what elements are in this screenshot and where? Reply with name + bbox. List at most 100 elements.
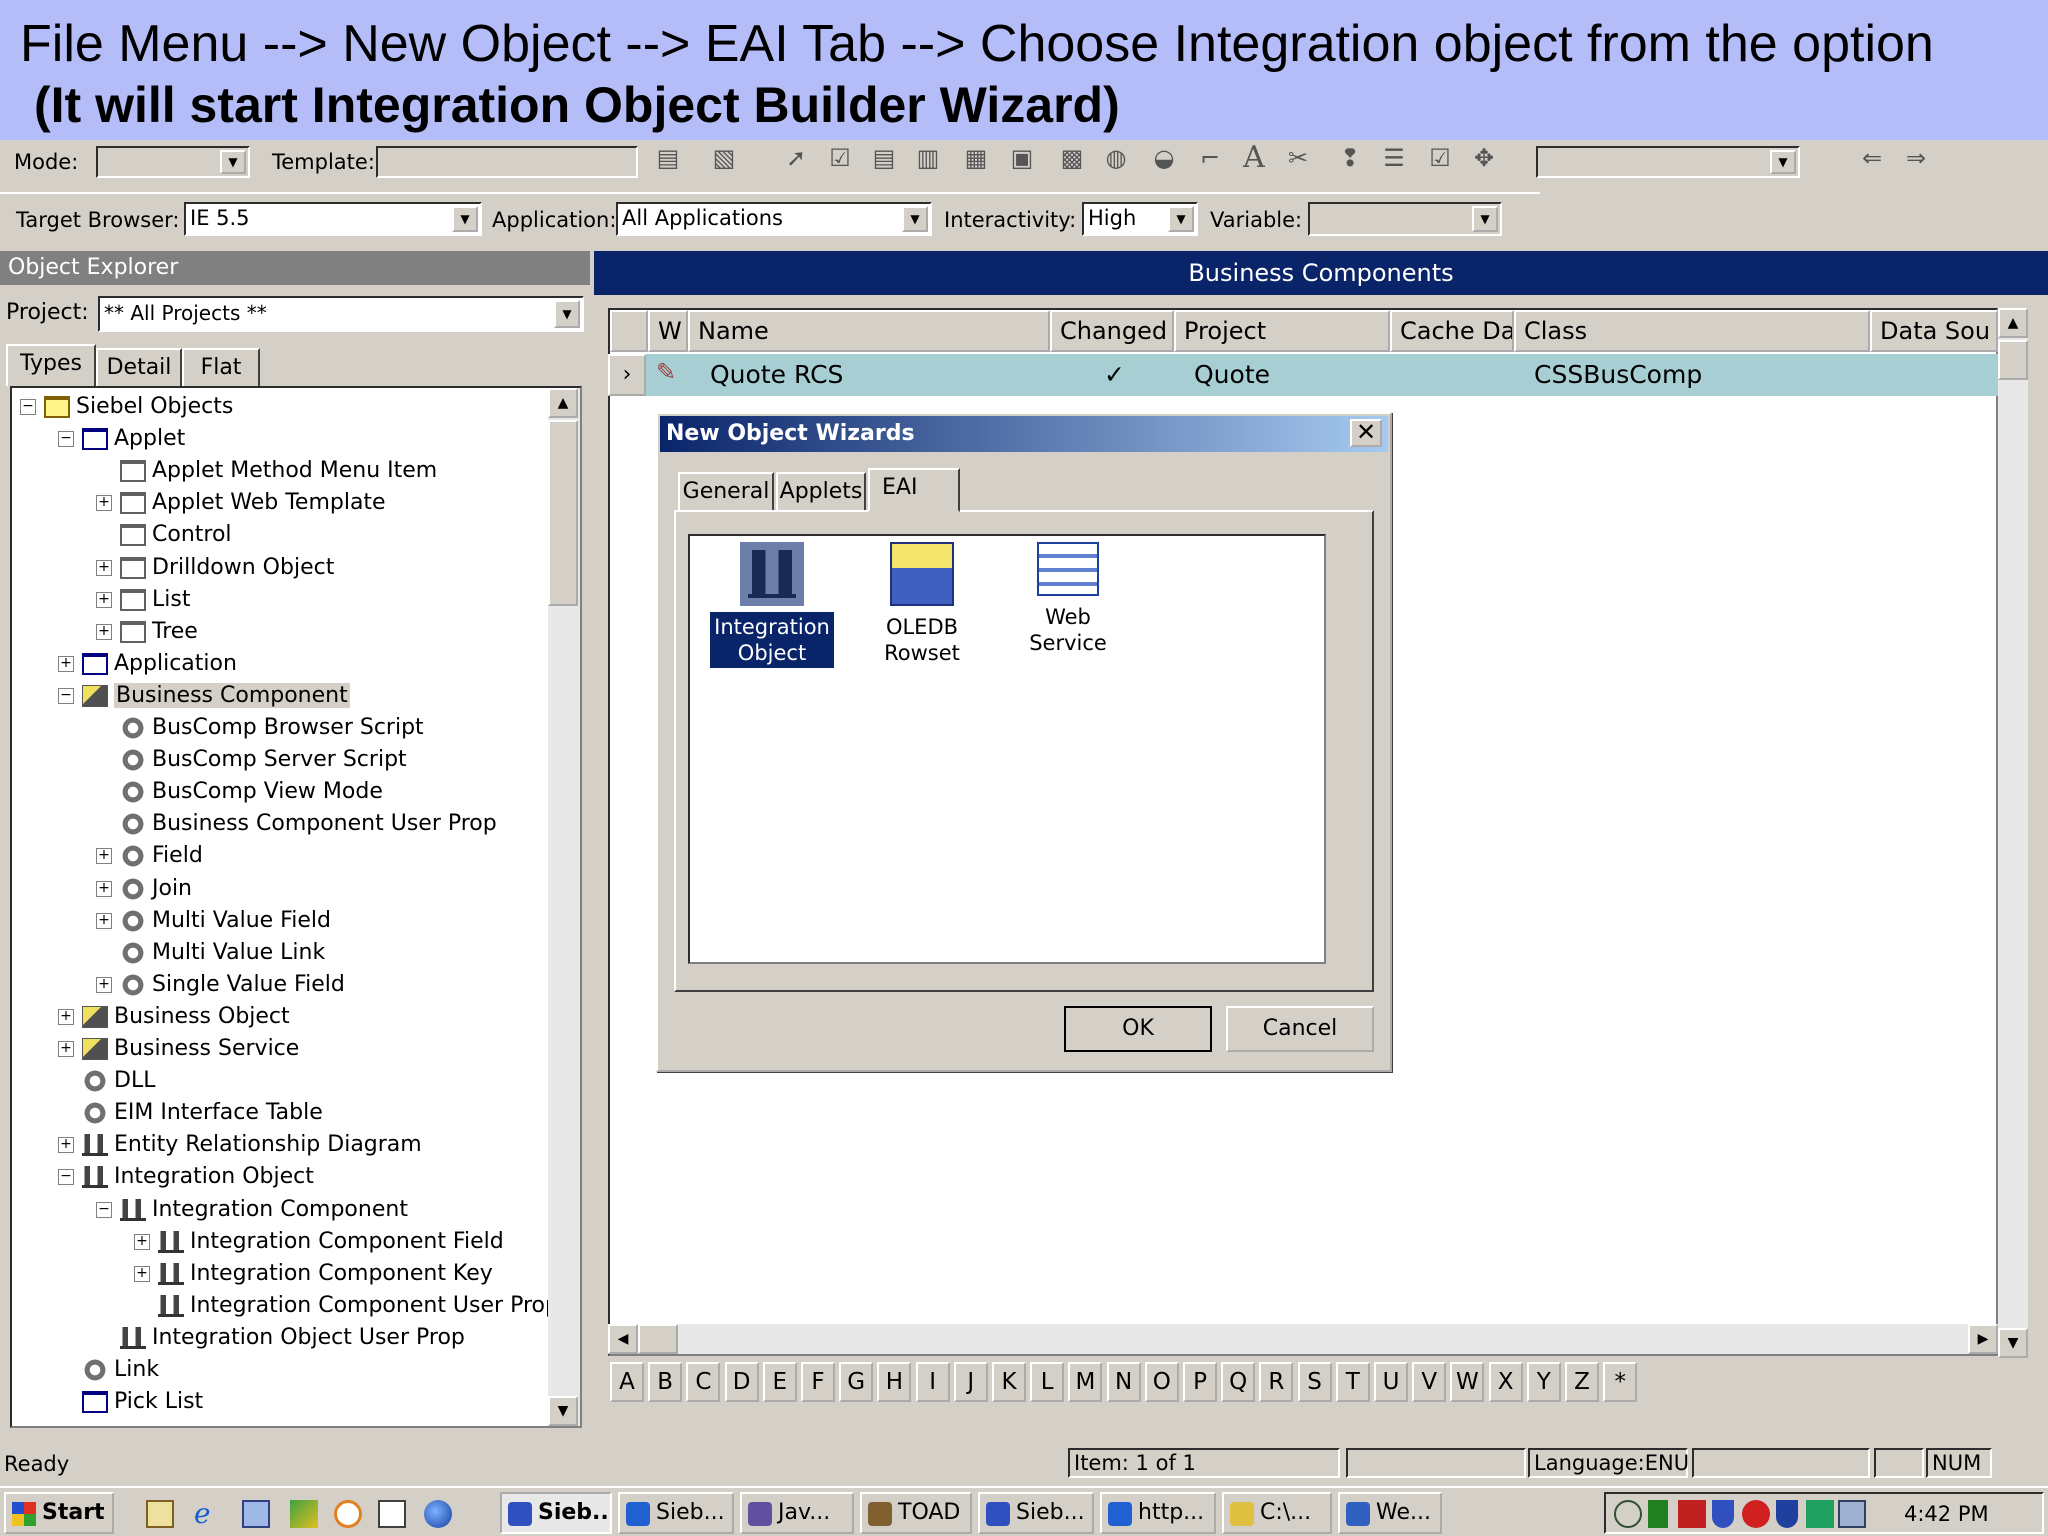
taskbar-task-button[interactable]: Jav...: [740, 1492, 854, 1534]
alpha-filter-button[interactable]: C: [686, 1362, 721, 1402]
line-tool-icon[interactable]: ⌐: [1196, 144, 1224, 172]
tray-shield-icon[interactable]: [1712, 1500, 1734, 1528]
scroll-thumb[interactable]: [1998, 340, 2028, 380]
collapse-icon[interactable]: −: [58, 431, 74, 448]
wizard-item-web-service[interactable]: Web Service: [1006, 542, 1130, 658]
tree-node[interactable]: Business Component User Prop: [96, 809, 497, 839]
back-arrow-icon[interactable]: ⇐: [1854, 144, 1890, 172]
tree-node[interactable]: + Single Value Field: [96, 970, 345, 1000]
alpha-filter-button[interactable]: O: [1144, 1362, 1179, 1402]
alpha-filter-button[interactable]: J: [953, 1362, 988, 1402]
column-header-data-source[interactable]: Data Sou: [1870, 310, 1998, 352]
column-header-class[interactable]: Class: [1514, 310, 1870, 352]
taskbar-task-button[interactable]: C:\...: [1222, 1492, 1332, 1534]
forward-arrow-icon[interactable]: ⇒: [1898, 144, 1934, 172]
pin-tool-icon[interactable]: ❢: [1336, 144, 1364, 172]
clock-app-icon[interactable]: [334, 1500, 362, 1528]
tray-green-icon[interactable]: [1648, 1500, 1668, 1528]
chevron-down-icon[interactable]: ▼: [452, 206, 478, 232]
expand-icon[interactable]: +: [96, 559, 112, 576]
tab-applets[interactable]: Applets: [776, 472, 866, 510]
column-header-project[interactable]: Project: [1174, 310, 1390, 352]
tree-node[interactable]: + Multi Value Field: [96, 906, 331, 936]
tree-node[interactable]: + Business Service: [58, 1034, 299, 1064]
taskbar-task-button[interactable]: Sieb...: [500, 1492, 612, 1534]
tree-node[interactable]: − Business Component: [58, 681, 350, 711]
alpha-filter-button[interactable]: R: [1259, 1362, 1294, 1402]
chevron-down-icon[interactable]: ▼: [1770, 150, 1796, 174]
tray-monitor-icon[interactable]: [1838, 1500, 1866, 1528]
taskbar-task-button[interactable]: http...: [1100, 1492, 1216, 1534]
grid-tool-icon[interactable]: ▦: [962, 144, 990, 172]
edit-tool-icon[interactable]: ☑: [1426, 144, 1454, 172]
clock-time[interactable]: 4:42 PM: [1904, 1502, 1989, 1526]
tab-general[interactable]: General: [678, 472, 774, 510]
table-row[interactable]: › ✎ Quote RCS ✓ Quote CSSBusComp: [608, 354, 1998, 396]
text-tool-icon[interactable]: ▥: [914, 144, 942, 172]
tree-node[interactable]: Pick List: [58, 1387, 203, 1417]
form-tool-icon[interactable]: ▤: [870, 144, 898, 172]
alpha-filter-button[interactable]: G: [839, 1362, 874, 1402]
tree-node[interactable]: + Drilldown Object: [96, 553, 334, 583]
expand-icon[interactable]: +: [96, 591, 112, 608]
link-tool-icon[interactable]: ✂: [1284, 144, 1312, 172]
tree-node[interactable]: − Integration Object: [58, 1162, 314, 1192]
column-header-w[interactable]: W: [648, 310, 688, 352]
scroll-up-icon[interactable]: ▲: [548, 388, 578, 418]
column-header-name[interactable]: Name: [688, 310, 1050, 352]
expand-icon[interactable]: +: [58, 1041, 74, 1057]
alpha-filter-button[interactable]: A: [610, 1362, 644, 1402]
tray-clock-icon[interactable]: [1614, 1500, 1642, 1528]
search-tool-icon[interactable]: ▧: [710, 144, 738, 172]
tree-node[interactable]: + Integration Component Key: [134, 1259, 493, 1289]
variable-select[interactable]: ▼: [1308, 202, 1502, 236]
wizard-item-oledb-rowset[interactable]: OLEDB Rowset: [860, 542, 984, 668]
lock-tool-icon[interactable]: ◒: [1150, 144, 1178, 172]
show-desktop-icon[interactable]: [146, 1500, 174, 1528]
alpha-filter-button[interactable]: N: [1106, 1362, 1141, 1402]
tree-node[interactable]: BusComp View Mode: [96, 777, 383, 807]
tree-node[interactable]: + Field: [96, 841, 203, 871]
tree-node[interactable]: Control: [96, 520, 232, 550]
copy-tool-icon[interactable]: ▤: [654, 144, 682, 172]
alpha-filter-button[interactable]: Y: [1526, 1362, 1561, 1402]
close-icon[interactable]: ✕: [1350, 419, 1382, 447]
interactivity-select[interactable]: High ▼: [1082, 202, 1198, 236]
network-icon[interactable]: [242, 1500, 270, 1528]
tree-node[interactable]: − Siebel Objects: [20, 392, 233, 422]
chevron-down-icon[interactable]: ▼: [1472, 206, 1498, 232]
arrow-cursor-icon[interactable]: ➚: [782, 144, 810, 172]
tree-node[interactable]: DLL: [58, 1066, 155, 1096]
alpha-filter-button[interactable]: X: [1488, 1362, 1523, 1402]
alpha-filter-button[interactable]: D: [724, 1362, 759, 1402]
expand-icon[interactable]: +: [58, 655, 74, 672]
column-header-changed[interactable]: Changed: [1050, 310, 1174, 352]
alpha-filter-button[interactable]: Z: [1565, 1362, 1599, 1402]
tray-status-icon[interactable]: [1806, 1500, 1834, 1528]
internet-explorer-icon[interactable]: ℯ: [194, 1500, 222, 1528]
alpha-filter-button[interactable]: I: [915, 1362, 950, 1402]
tree-node[interactable]: + Join: [96, 874, 192, 904]
tree-node[interactable]: + Application: [58, 649, 237, 679]
move-tool-icon[interactable]: ✥: [1470, 144, 1498, 172]
alpha-filter-button[interactable]: Q: [1221, 1362, 1256, 1402]
ok-button[interactable]: OK: [1064, 1006, 1212, 1052]
tree-node[interactable]: + Entity Relationship Diagram: [58, 1130, 422, 1160]
tree-node[interactable]: + Business Object: [58, 1002, 290, 1032]
alpha-filter-button[interactable]: V: [1412, 1362, 1447, 1402]
chevron-down-icon[interactable]: ▼: [554, 300, 580, 328]
tree-node[interactable]: Applet Method Menu Item: [96, 456, 437, 486]
alpha-filter-button[interactable]: L: [1030, 1362, 1065, 1402]
alpha-filter-button[interactable]: H: [877, 1362, 912, 1402]
globe-icon[interactable]: [424, 1500, 452, 1528]
tree-node[interactable]: − Applet: [58, 424, 185, 454]
tree-node[interactable]: − Integration Component: [96, 1195, 408, 1225]
collapse-icon[interactable]: −: [96, 1201, 112, 1218]
alpha-filter-button[interactable]: E: [762, 1362, 797, 1402]
tree-scrollbar[interactable]: ▲ ▼: [548, 388, 580, 1426]
expand-icon[interactable]: +: [58, 1137, 74, 1154]
collapse-icon[interactable]: −: [58, 687, 74, 704]
tab-eai[interactable]: EAI: [868, 468, 960, 512]
alpha-filter-button[interactable]: B: [648, 1362, 683, 1402]
alpha-filter-button[interactable]: T: [1335, 1362, 1370, 1402]
